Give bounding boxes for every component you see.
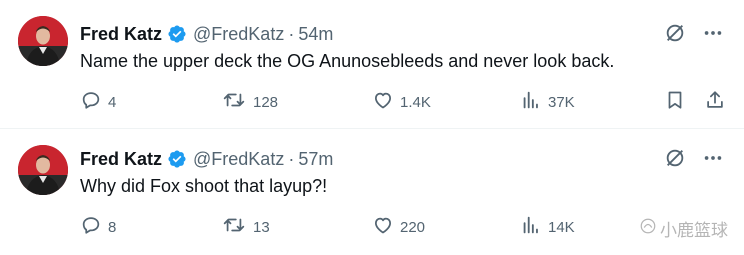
- timestamp[interactable]: 57m: [298, 149, 333, 170]
- avatar[interactable]: [18, 145, 68, 195]
- watermark: 小鹿篮球: [639, 216, 728, 241]
- like-count: 220: [400, 218, 426, 236]
- views-button[interactable]: 37K: [520, 90, 575, 114]
- verified-badge-icon: [167, 24, 187, 44]
- watermark-text: 小鹿篮球: [660, 221, 728, 240]
- author-name[interactable]: Fred Katz: [80, 149, 162, 170]
- tweet[interactable]: Fred Katz @FredKatz · 57m Why did Fox sh…: [0, 129, 744, 255]
- views-icon: [520, 89, 542, 115]
- views-icon: [520, 214, 542, 240]
- tweet-text: Name the upper deck the OG Anunosebleeds…: [80, 51, 615, 71]
- separator-dot: ·: [288, 148, 295, 169]
- reply-icon: [80, 89, 102, 115]
- reply-button[interactable]: 4: [80, 90, 116, 114]
- like-count: 1.4K: [400, 93, 431, 111]
- retweet-count: 128: [253, 93, 279, 111]
- bookmark-icon: [664, 89, 686, 115]
- tweet-actions: 4 128 1.4K 37K: [80, 90, 730, 114]
- reply-count: 4: [108, 93, 117, 111]
- tweet-top-icons: [664, 147, 724, 174]
- more-icon[interactable]: [702, 22, 724, 49]
- separator-dot: ·: [288, 23, 295, 44]
- share-icon: [704, 89, 726, 115]
- tweet-top-icons: [664, 22, 724, 49]
- reply-icon: [80, 214, 102, 240]
- retweet-button[interactable]: 13: [221, 215, 270, 239]
- like-button[interactable]: 1.4K: [372, 90, 431, 114]
- views-count: 14K: [548, 218, 575, 236]
- tweet[interactable]: Fred Katz @FredKatz · 54m Name the upper…: [0, 0, 744, 128]
- retweet-button[interactable]: 128: [221, 90, 278, 114]
- more-icon[interactable]: [702, 147, 724, 174]
- verified-badge-icon: [167, 149, 187, 169]
- views-button[interactable]: 14K: [520, 215, 575, 239]
- tweet-header: Fred Katz @FredKatz · 54m: [80, 22, 333, 46]
- author-handle[interactable]: @FredKatz: [193, 24, 284, 45]
- tweet-header: Fred Katz @FredKatz · 57m: [80, 147, 333, 171]
- share-button[interactable]: [704, 90, 726, 114]
- avatar[interactable]: [18, 16, 68, 66]
- tweet-text: Why did Fox shoot that layup?!: [80, 176, 328, 196]
- views-count: 37K: [548, 93, 575, 111]
- grok-icon[interactable]: [664, 22, 686, 49]
- reply-count: 8: [108, 218, 117, 236]
- like-icon: [372, 89, 394, 115]
- retweet-icon: [221, 89, 247, 115]
- retweet-icon: [221, 214, 247, 240]
- reply-button[interactable]: 8: [80, 215, 116, 239]
- retweet-count: 13: [253, 218, 270, 236]
- like-button[interactable]: 220: [372, 215, 425, 239]
- watermark-logo-icon: [639, 217, 657, 240]
- tweet-actions: 8 13 220 14K: [80, 215, 730, 239]
- grok-icon[interactable]: [664, 147, 686, 174]
- author-name[interactable]: Fred Katz: [80, 24, 162, 45]
- like-icon: [372, 214, 394, 240]
- timestamp[interactable]: 54m: [298, 24, 333, 45]
- bookmark-button[interactable]: [664, 90, 686, 114]
- author-handle[interactable]: @FredKatz: [193, 149, 284, 170]
